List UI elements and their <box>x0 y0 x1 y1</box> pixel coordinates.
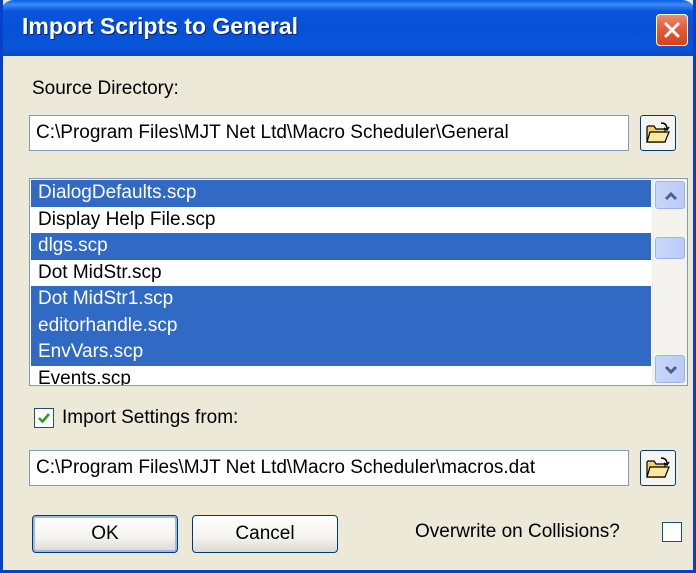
browse-settings-button[interactable] <box>640 450 676 486</box>
open-folder-icon <box>646 457 670 478</box>
script-file-list[interactable]: DialogDefaults.scp Display Help File.scp d… <box>29 178 688 386</box>
list-item[interactable]: Events.scp <box>31 366 651 386</box>
overwrite-label: Overwrite on Collisions? <box>415 521 620 542</box>
scroll-up-button[interactable] <box>655 181 685 209</box>
close-button[interactable] <box>656 14 688 46</box>
list-item[interactable]: Display Help File.scp <box>31 207 651 234</box>
list-item[interactable]: Dot MidStr.scp <box>31 260 651 287</box>
cancel-button[interactable]: Cancel <box>192 515 338 553</box>
list-scrollbar[interactable] <box>652 179 687 385</box>
browse-source-button[interactable] <box>640 115 676 151</box>
import-dialog: Import Scripts to General Source Directo… <box>0 0 696 573</box>
chevron-down-icon <box>664 365 678 375</box>
chevron-up-icon <box>664 191 678 201</box>
import-settings-label: Import Settings from: <box>62 407 239 428</box>
checkmark-icon <box>38 413 50 424</box>
scroll-thumb[interactable] <box>655 237 685 259</box>
list-item[interactable]: dlgs.scp <box>31 233 651 260</box>
list-item[interactable]: editorhandle.scp <box>31 312 651 339</box>
list-item[interactable]: Dot MidStr1.scp <box>31 286 651 313</box>
settings-file-input[interactable]: C:\Program Files\MJT Net Ltd\Macro Sched… <box>29 450 629 486</box>
import-settings-checkbox[interactable] <box>34 408 54 428</box>
window-title: Import Scripts to General <box>22 13 299 39</box>
list-item[interactable]: DialogDefaults.scp <box>31 180 651 207</box>
close-icon <box>664 22 680 38</box>
overwrite-checkbox[interactable] <box>662 522 682 542</box>
source-directory-label: Source Directory: <box>32 78 179 99</box>
source-directory-input[interactable]: C:\Program Files\MJT Net Ltd\Macro Sched… <box>29 115 629 151</box>
open-folder-icon <box>646 122 670 143</box>
title-bar[interactable]: Import Scripts to General <box>3 0 693 56</box>
scroll-down-button[interactable] <box>655 355 685 383</box>
ok-button[interactable]: OK <box>32 515 178 553</box>
list-items: DialogDefaults.scp Display Help File.scp d… <box>31 180 651 386</box>
list-item[interactable]: EnvVars.scp <box>31 339 651 366</box>
